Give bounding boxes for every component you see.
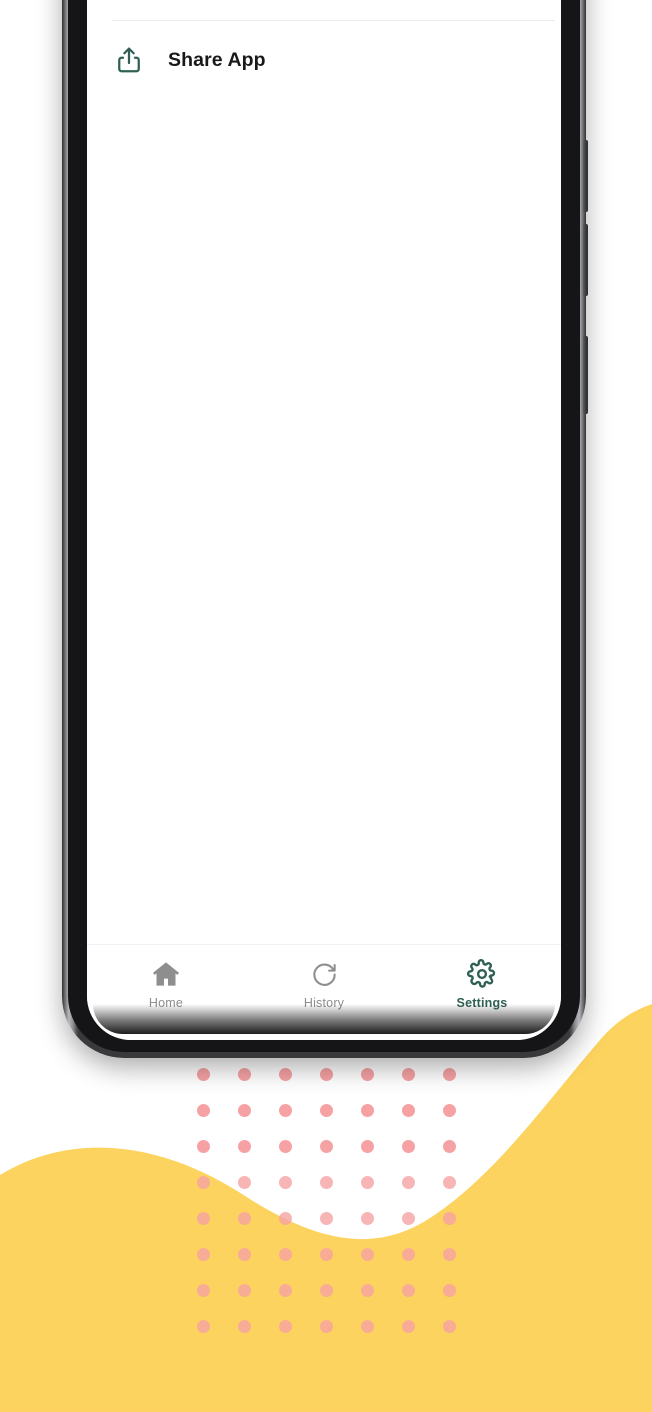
decorative-dot	[238, 1320, 251, 1333]
decorative-dot	[197, 1068, 210, 1081]
decorative-dot	[197, 1212, 210, 1225]
decorative-dot	[279, 1320, 292, 1333]
settings-list: Privacy Policy Terms of Use	[87, 0, 561, 100]
decorative-dot	[197, 1248, 210, 1261]
decorative-dot	[197, 1284, 210, 1297]
decorative-dot	[443, 1248, 456, 1261]
decorative-dot	[320, 1284, 333, 1297]
decorative-dot	[361, 1068, 374, 1081]
decorative-dot	[279, 1104, 292, 1117]
decorative-dot	[197, 1320, 210, 1333]
decorative-dot	[279, 1212, 292, 1225]
phone-device-frame: Privacy Policy Terms of Use	[62, 0, 588, 1058]
decorative-dot	[443, 1104, 456, 1117]
decorative-dot	[320, 1068, 333, 1081]
decorative-dot	[320, 1176, 333, 1189]
app-screenshot-scene: Privacy Policy Terms of Use	[0, 0, 652, 1412]
decorative-dot	[361, 1212, 374, 1225]
decorative-dot	[402, 1140, 415, 1153]
decorative-dot	[320, 1212, 333, 1225]
decorative-dot	[279, 1248, 292, 1261]
decorative-dot	[443, 1176, 456, 1189]
list-item-label: Share App	[168, 48, 266, 71]
history-icon	[310, 958, 339, 990]
decorative-dot	[238, 1248, 251, 1261]
decorative-dot	[320, 1104, 333, 1117]
decorative-dot	[402, 1248, 415, 1261]
decorative-dot	[197, 1176, 210, 1189]
tab-label: Settings	[456, 996, 508, 1010]
decorative-dot	[402, 1176, 415, 1189]
decorative-dot	[443, 1320, 456, 1333]
decorative-dot	[402, 1212, 415, 1225]
decorative-dot	[279, 1284, 292, 1297]
decorative-dot	[402, 1068, 415, 1081]
home-icon	[151, 958, 181, 990]
tab-home[interactable]: Home	[87, 958, 245, 1010]
decorative-dot	[361, 1176, 374, 1189]
decorative-dot	[320, 1248, 333, 1261]
decorative-dot	[443, 1068, 456, 1081]
decorative-dot	[197, 1104, 210, 1117]
decorative-dot	[402, 1284, 415, 1297]
decorative-dot	[402, 1320, 415, 1333]
decorative-dot	[238, 1176, 251, 1189]
decorative-dot	[361, 1284, 374, 1297]
decorative-dot	[402, 1104, 415, 1117]
tab-history[interactable]: History	[245, 958, 403, 1010]
decorative-dot	[361, 1320, 374, 1333]
volume-up-button[interactable]	[583, 140, 588, 212]
decorative-dot	[443, 1140, 456, 1153]
decorative-dot	[361, 1248, 374, 1261]
decorative-dot	[320, 1320, 333, 1333]
decorative-dot	[361, 1104, 374, 1117]
decorative-dot	[443, 1212, 456, 1225]
power-button[interactable]	[583, 336, 588, 414]
decorative-dot	[238, 1068, 251, 1081]
share-icon	[112, 43, 146, 77]
decorative-dot	[238, 1284, 251, 1297]
decorative-dot	[279, 1068, 292, 1081]
phone-screen: Privacy Policy Terms of Use	[87, 0, 561, 1040]
decorative-dot	[443, 1284, 456, 1297]
decorative-dot	[361, 1140, 374, 1153]
bottom-tab-bar: Home History Settings	[87, 944, 561, 1040]
list-item-rate-us[interactable]: Rate Us	[87, 0, 561, 20]
decorative-dot	[238, 1104, 251, 1117]
decorative-dot	[279, 1176, 292, 1189]
decorative-dot	[279, 1140, 292, 1153]
tab-settings[interactable]: Settings	[403, 958, 561, 1010]
decorative-dot	[238, 1140, 251, 1153]
decorative-dot	[238, 1212, 251, 1225]
tab-label: Home	[148, 996, 184, 1010]
decorative-dot	[197, 1140, 210, 1153]
decorative-dot	[320, 1140, 333, 1153]
gear-icon	[467, 958, 497, 990]
tab-label: History	[303, 996, 345, 1010]
list-item-share-app[interactable]: Share App	[87, 20, 561, 100]
volume-down-button[interactable]	[583, 224, 588, 296]
